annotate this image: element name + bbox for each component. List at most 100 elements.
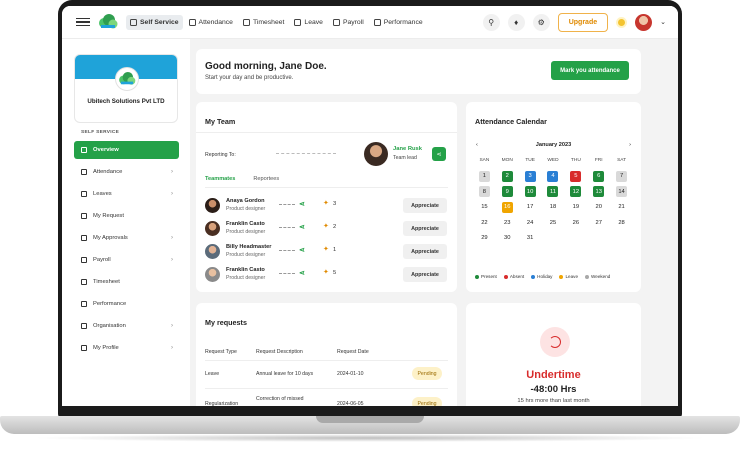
bell-icon[interactable]: ♦ (507, 13, 525, 31)
sidebar-item-my-request[interactable]: My Request (74, 207, 179, 225)
calendar-day[interactable]: 5 (570, 170, 582, 182)
calendar-day[interactable]: 11 (547, 186, 559, 197)
attendance-calendar-card: Attendance Calendar ‹ January 2023 › SAN… (466, 102, 641, 292)
sidebar-item-my-approvals[interactable]: My Approvals › (74, 229, 179, 247)
calendar-day[interactable]: 8 (478, 186, 490, 197)
card-title: My requests (205, 318, 247, 327)
timesheet-icon (242, 18, 250, 26)
avatar (205, 198, 220, 213)
search-icon[interactable]: ⚲ (482, 13, 500, 31)
user-avatar[interactable] (635, 13, 653, 31)
avatar (205, 244, 220, 259)
history-icon (540, 327, 570, 357)
party-popper-icon: ✦ (323, 246, 329, 253)
chevron-right-icon[interactable]: › (629, 142, 631, 148)
sidebar-item-organisation[interactable]: Organisation › (74, 317, 179, 335)
greeting-card: Good morning, Jane Doe. Start your day a… (196, 49, 641, 94)
calendar-day[interactable]: 28 (616, 217, 627, 228)
party-popper-icon: ✦ (323, 223, 329, 230)
calendar-day[interactable]: 25 (547, 217, 558, 228)
chevron-down-icon[interactable]: ⌄ (660, 18, 666, 26)
sidebar-item-attendance[interactable]: Attendance › (74, 163, 179, 181)
nav-timesheet[interactable]: Timesheet (239, 15, 288, 30)
calendar-day[interactable]: 4 (547, 170, 559, 182)
company-name: Ubitech Solutions Pvt LTD (87, 98, 165, 105)
calendar-day[interactable]: 23 (502, 217, 513, 228)
calendar-day[interactable]: 10 (524, 186, 536, 197)
appreciate-button[interactable]: Appreciate (403, 267, 447, 282)
sidebar-item-timesheet[interactable]: Timesheet (74, 273, 179, 291)
sidebar-item-payroll[interactable]: Payroll › (74, 251, 179, 269)
sidebar-item-performance[interactable]: Performance (74, 295, 179, 313)
status-badge: Pending (412, 397, 442, 406)
calendar-day[interactable]: 9 (501, 186, 513, 197)
calendar-day[interactable]: 22 (479, 217, 490, 228)
calendar-day[interactable]: 20 (593, 202, 604, 213)
nav-self-service[interactable]: Self Service (126, 14, 183, 30)
sidebar-item-my-profile[interactable]: My Profile › (74, 339, 179, 357)
gear-icon[interactable]: ⚙ (532, 13, 550, 31)
org-chart-icon[interactable]: ⋖ (432, 147, 446, 161)
appreciate-button[interactable]: Appreciate (403, 198, 447, 213)
mark-attendance-button[interactable]: Mark you attendance (551, 61, 629, 80)
calendar-day[interactable]: 15 (479, 202, 490, 213)
app-logo-icon (99, 14, 118, 29)
upgrade-button[interactable]: Upgrade (557, 12, 609, 32)
calendar-day[interactable]: 2 (501, 170, 513, 182)
sidebar-item-leaves[interactable]: Leaves › (74, 185, 179, 203)
weekday-label: MON (501, 158, 513, 163)
nav-leave[interactable]: Leave (290, 15, 327, 30)
organisation-icon (81, 323, 87, 329)
calendar-day[interactable]: 24 (525, 217, 536, 228)
calendar-day[interactable]: 27 (593, 217, 604, 228)
calendar-day[interactable]: 16 (501, 201, 513, 213)
calendar-day[interactable]: 1 (478, 170, 490, 182)
calendar-day[interactable]: 31 (525, 233, 536, 244)
calendar-day[interactable]: 21 (616, 202, 627, 213)
calendar-day[interactable]: 13 (593, 186, 605, 197)
nav-attendance[interactable]: Attendance (185, 15, 237, 30)
calendar-day[interactable]: 7 (616, 170, 628, 182)
table-cell: Regularization (205, 401, 239, 406)
calendar-header: ‹ January 2023 › (466, 142, 641, 148)
link-icon: ⋖ (299, 247, 305, 254)
calendar-day[interactable]: 12 (570, 186, 582, 197)
calendar-day[interactable]: 3 (524, 170, 536, 182)
calendar-day[interactable]: 19 (570, 202, 581, 213)
calendar-day[interactable]: 29 (479, 233, 490, 244)
legend-item: Absent (503, 274, 524, 279)
payroll-icon (332, 18, 340, 26)
calendar-day[interactable]: 18 (547, 202, 558, 213)
approvals-icon (81, 235, 87, 241)
company-card[interactable]: Ubitech Solutions Pvt LTD (74, 54, 178, 123)
my-team-card: My Team Reporting To: Jane Rusk Team lea… (196, 102, 457, 292)
weekday-label: FRI (594, 158, 603, 163)
calendar-day[interactable]: 6 (593, 170, 605, 182)
team-member-row: Billy Headmaster Product designer ⋖ ✦ 1 … (205, 243, 449, 261)
appreciate-button[interactable]: Appreciate (403, 244, 447, 259)
nav-payroll[interactable]: Payroll (329, 15, 368, 30)
calendar-day[interactable]: 26 (570, 217, 581, 228)
calendar-grid: SAN MON TUE WED THU FRI SAT 1 2 3 4 5 6 7 8 9 10 11 12 13 14… (473, 158, 633, 244)
hamburger-menu-icon[interactable] (76, 17, 90, 27)
chevron-right-icon: › (171, 169, 173, 175)
calendar-day[interactable]: 14 (616, 186, 628, 197)
sidebar-section-label: SELF SERVICE (81, 130, 120, 135)
my-requests-card: My requests Request Type Request Descrip… (196, 303, 457, 406)
performance-icon (373, 18, 381, 26)
undertime-card: Undertime -48:00 Hrs 15 hrs more than la… (466, 303, 641, 406)
sidebar-item-overview[interactable]: Overview (74, 141, 179, 159)
calendar-day[interactable]: 17 (525, 202, 536, 213)
team-lead-avatar (364, 142, 388, 166)
team-member-row: Anaya Gordon Product designer ⋖ ✦ 3 Appr… (205, 197, 449, 215)
team-lead-role: Team lead (393, 155, 417, 161)
timesheet-icon (81, 279, 87, 285)
status-dot-icon[interactable] (616, 16, 628, 28)
calendar-day[interactable]: 30 (502, 233, 513, 244)
team-lead-name[interactable]: Jane Rusk (393, 146, 422, 152)
chevron-left-icon[interactable]: ‹ (476, 142, 478, 148)
appreciate-button[interactable]: Appreciate (403, 221, 447, 236)
chevron-right-icon: › (171, 345, 173, 351)
chevron-right-icon: › (171, 235, 173, 241)
nav-performance[interactable]: Performance (370, 15, 427, 30)
